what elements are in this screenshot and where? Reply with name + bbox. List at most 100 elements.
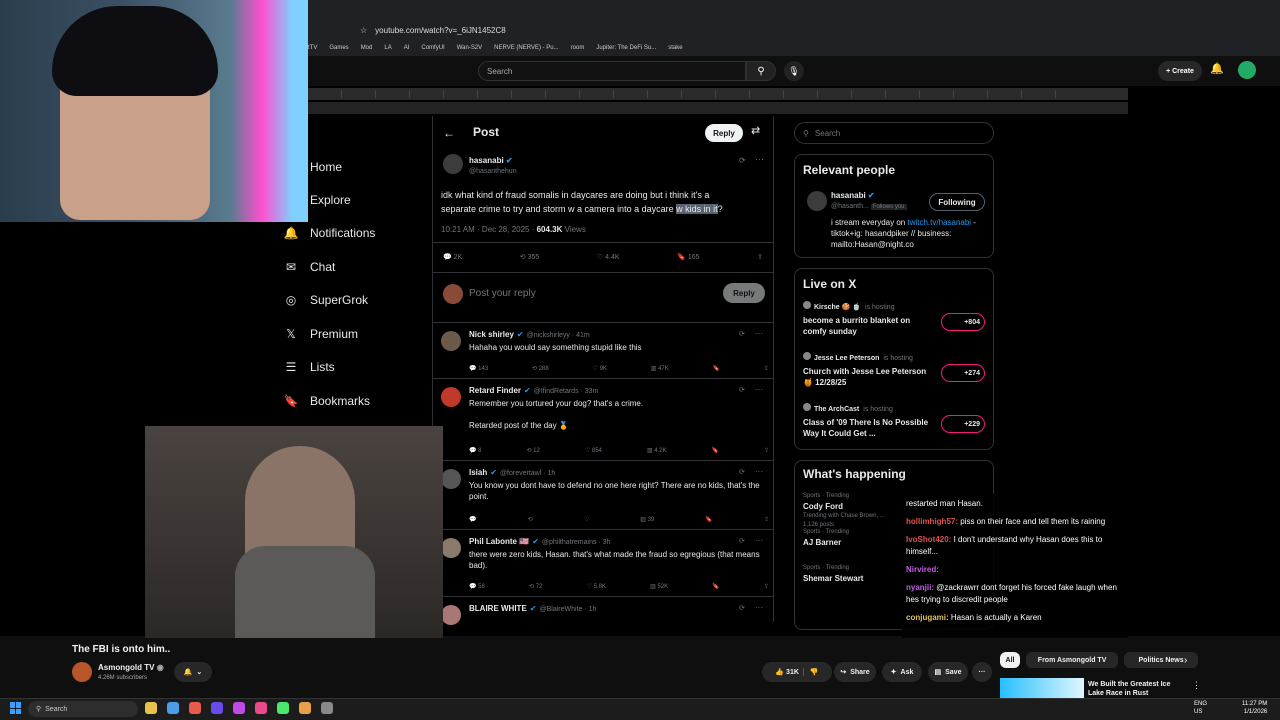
reply-item[interactable]: Retard Finder ✔ @IfindRetards · 33m ··· ⟳ Rem…: [433, 378, 773, 460]
obs-icon[interactable]: [255, 702, 267, 714]
inner-tab[interactable]: [894, 90, 920, 98]
following-button[interactable]: Following: [929, 193, 985, 211]
avatar[interactable]: [1238, 61, 1256, 79]
like-icon[interactable]: ♡ 5.8K: [587, 583, 606, 590]
sidebar-item-premium[interactable]: 𝕏 Premium: [284, 327, 358, 341]
settings-icon[interactable]: ⇄: [751, 124, 760, 137]
discord-icon[interactable]: [233, 702, 245, 714]
back-arrow-icon[interactable]: ←: [443, 126, 455, 140]
share-icon[interactable]: ⇪: [764, 516, 769, 523]
reply-icon[interactable]: 💬: [469, 516, 476, 523]
reply-avatar[interactable]: [441, 331, 461, 351]
bookmark-item[interactable]: ComfyUI: [421, 45, 444, 51]
inner-tab[interactable]: [520, 90, 546, 98]
live-host[interactable]: The ArchCast is hosting: [803, 403, 893, 413]
grok-icon[interactable]: ⟳: [739, 330, 745, 338]
views-icon[interactable]: ▥ 47K: [651, 365, 669, 372]
reply-author-name[interactable]: Retard Finder: [469, 386, 521, 395]
inner-tab[interactable]: [656, 90, 682, 98]
sidebar-item-bookmarks[interactable]: 🔖 Bookmarks: [284, 394, 371, 408]
inner-tab[interactable]: [996, 90, 1022, 98]
reply-item[interactable]: Isiah ✔ @forevertawl · 1h ··· ⟳ You know you …: [433, 460, 773, 529]
grok-icon[interactable]: ⟳: [739, 468, 745, 476]
dislike-button[interactable]: 👎: [802, 668, 819, 676]
x-search-input[interactable]: ⚲ Search: [794, 122, 994, 144]
live-count-badge[interactable]: +274: [941, 364, 985, 382]
app-icon[interactable]: [211, 702, 223, 714]
views-icon[interactable]: ▥ 39: [640, 516, 654, 523]
reply-item[interactable]: Nick shirley ✔ @nickshirleyy · 41m ··· ⟳ Haha…: [433, 322, 773, 378]
grok-icon[interactable]: ⟳: [739, 386, 745, 394]
more-icon[interactable]: ···: [755, 329, 763, 338]
inner-tab[interactable]: [588, 90, 614, 98]
reply-header-button[interactable]: Reply: [705, 124, 743, 142]
bookmark-item[interactable]: Wan-S2V: [457, 45, 482, 51]
bookmark-icon[interactable]: 🔖: [705, 516, 712, 523]
grok-icon[interactable]: ⟳: [739, 604, 745, 612]
reply-item[interactable]: BLAIRE WHITE ✔ @BlaireWhite · 1h ··· ⟳: [433, 596, 773, 636]
reply-icon[interactable]: 💬 143: [469, 365, 488, 372]
address-bar[interactable]: ☆ youtube.com/watch?v=_6iJN1452C8: [308, 20, 1280, 40]
recommended-thumbnail[interactable]: [1000, 678, 1084, 698]
live-count-badge[interactable]: +229: [941, 415, 985, 433]
more-actions-button[interactable]: ···: [972, 662, 992, 682]
reply-author-name[interactable]: Isiah: [469, 468, 487, 477]
sidebar-item-chat[interactable]: ✉ Chat: [284, 260, 335, 274]
inner-tab[interactable]: [690, 90, 716, 98]
reply-avatar[interactable]: [441, 605, 461, 625]
inner-tab[interactable]: [384, 90, 410, 98]
live-title[interactable]: become a burrito blanket on comfy sunday: [803, 315, 931, 337]
chip-1[interactable]: From Asmongold TV: [1026, 652, 1119, 668]
bookmark-item[interactable]: Jupiter: The DeFi Su...: [596, 45, 656, 51]
language-indicator[interactable]: ENG US: [1194, 700, 1207, 716]
inner-tab[interactable]: [860, 90, 886, 98]
bookmark-icon[interactable]: 🔖: [712, 447, 719, 454]
live-host[interactable]: Kirsche 🍪 🍵 is hosting: [803, 301, 895, 311]
bookmark-item[interactable]: Games: [329, 45, 348, 51]
whatsapp-icon[interactable]: [277, 702, 289, 714]
windows-start-icon[interactable]: [10, 702, 22, 714]
relevant-avatar[interactable]: [807, 191, 827, 211]
bookmark-item[interactable]: NERVE (NERVE) - Pu...: [494, 45, 558, 51]
share-icon[interactable]: ⇪: [757, 253, 763, 261]
author-handle[interactable]: @hasanthehun: [469, 168, 517, 175]
taskbar-search[interactable]: ⚲ Search: [28, 701, 138, 717]
inner-tab[interactable]: [1030, 90, 1056, 98]
repost-icon[interactable]: ⟲ 288: [532, 365, 549, 372]
like-icon[interactable]: ♡: [584, 516, 589, 523]
channel-name[interactable]: Asmongold TV ◉: [98, 663, 164, 672]
reply-input[interactable]: Post your reply: [469, 288, 536, 299]
chat-username[interactable]: hollimhigh57:: [906, 517, 958, 526]
share-icon[interactable]: ⇪: [764, 447, 769, 454]
bookmark-icon[interactable]: 🔖: [712, 583, 719, 590]
reply-author-name[interactable]: Phil Labonte 🇺🇸: [469, 537, 529, 546]
inner-tab[interactable]: [758, 90, 784, 98]
like-button[interactable]: 👍 31K: [775, 668, 799, 676]
bell-icon[interactable]: 🔔: [1210, 62, 1224, 75]
save-button[interactable]: ▤ Save: [928, 662, 968, 682]
share-icon[interactable]: ⇪: [764, 583, 769, 590]
live-host[interactable]: Jesse Lee Peterson is hosting: [803, 352, 913, 362]
sidebar-item-supergrok[interactable]: ◎ SuperGrok: [284, 293, 368, 307]
more-icon[interactable]: ···: [755, 603, 763, 612]
author-avatar[interactable]: [443, 154, 463, 174]
bookmark-item[interactable]: room: [571, 45, 585, 51]
chip-0[interactable]: All: [1000, 652, 1020, 668]
sidebar-item-lists[interactable]: ☰ Lists: [284, 360, 335, 374]
views-icon[interactable]: ▥ 4.2K: [647, 447, 667, 454]
bookmark-item[interactable]: AI: [404, 45, 410, 51]
reply-icon[interactable]: 💬 2K: [443, 253, 462, 261]
inner-tab[interactable]: [962, 90, 988, 98]
inner-tab[interactable]: [452, 90, 478, 98]
repost-icon[interactable]: ⟲ 12: [526, 447, 539, 454]
inner-tab[interactable]: [724, 90, 750, 98]
chrome-icon[interactable]: [167, 702, 179, 714]
like-icon[interactable]: ♡ 4.4K: [597, 253, 620, 261]
inner-tab[interactable]: [418, 90, 444, 98]
bookmark-item[interactable]: LA: [384, 45, 391, 51]
live-count-badge[interactable]: +804: [941, 313, 985, 331]
chevron-right-icon[interactable]: ›: [1184, 655, 1187, 666]
more-icon[interactable]: ···: [755, 536, 763, 545]
like-icon[interactable]: ♡ 854: [585, 447, 602, 454]
like-icon[interactable]: ♡ 9K: [593, 365, 607, 372]
